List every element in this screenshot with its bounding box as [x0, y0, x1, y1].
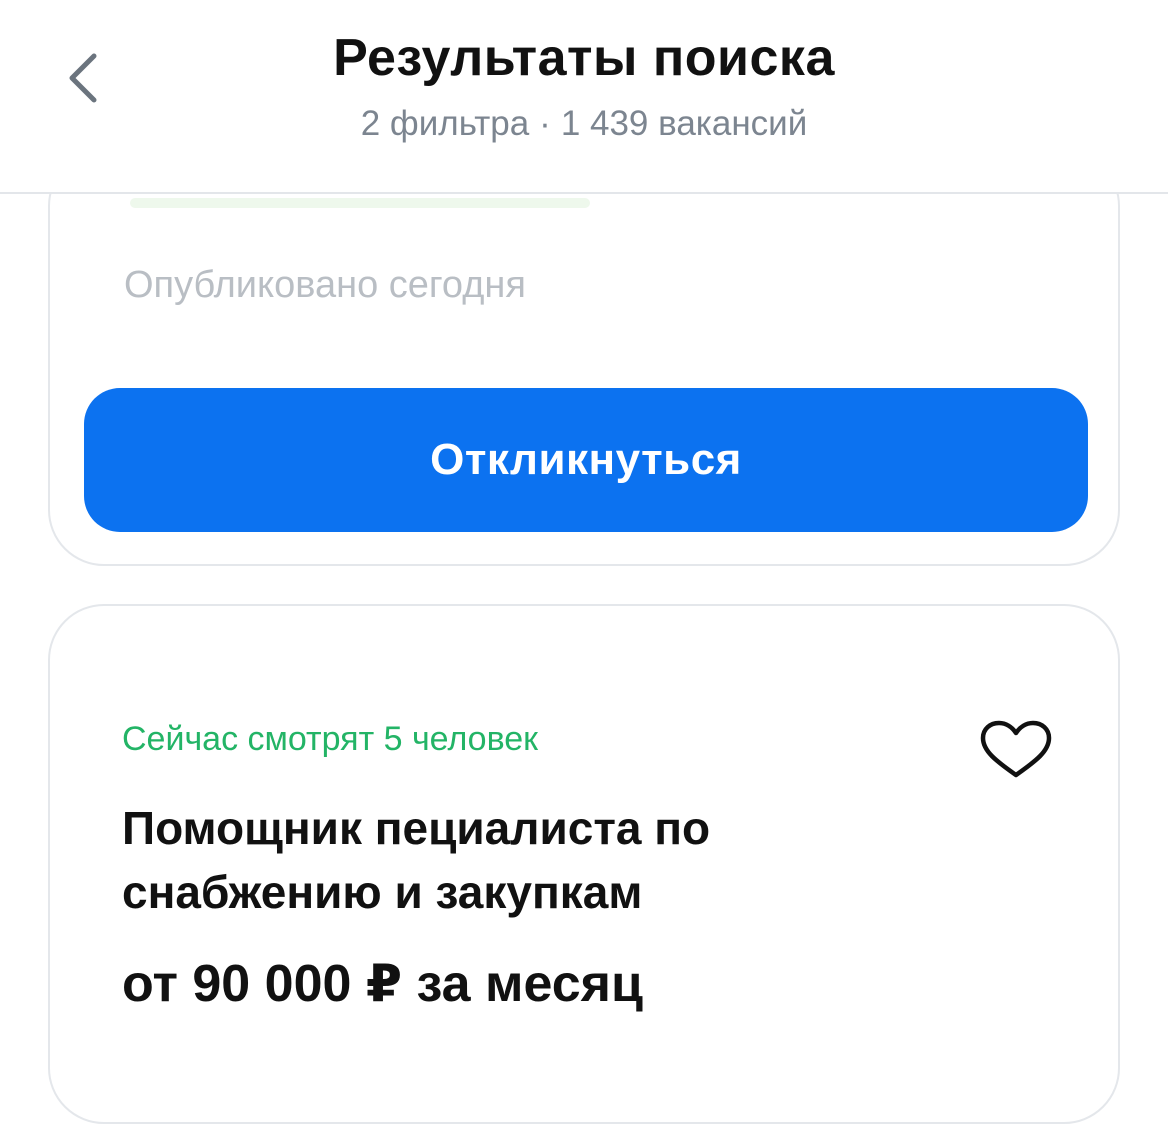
scrolled-content-remnant: [130, 198, 590, 208]
vacancies-count: 1 439 вакансий: [560, 104, 808, 143]
separator-dot: ·: [539, 104, 551, 143]
page-title: Результаты поиска: [333, 29, 835, 87]
published-date: Опубликовано сегодня: [124, 264, 526, 306]
favorite-button[interactable]: [974, 714, 1058, 786]
vacancy-salary: от 90 000 ₽ за месяц: [122, 955, 643, 1013]
vacancy-title[interactable]: Помощник пециалиста по снабжению и закуп…: [122, 796, 882, 924]
filters-count[interactable]: 2 фильтра: [361, 104, 529, 143]
heart-outline-icon: [980, 720, 1052, 778]
top-bar: Результаты поиска 2 фильтра · 1 439 ваканс…: [0, 0, 1168, 194]
viewers-badge: Сейчас смотрят 5 человек: [122, 720, 539, 758]
vacancy-card-previous[interactable]: Опубликовано сегодня Откликнуться: [48, 150, 1120, 566]
search-summary: 2 фильтра · 1 439 вакансий: [0, 104, 1168, 144]
respond-button[interactable]: Откликнуться: [84, 388, 1088, 532]
vacancy-card[interactable]: Сейчас смотрят 5 человек Помощник пециал…: [48, 604, 1120, 1124]
